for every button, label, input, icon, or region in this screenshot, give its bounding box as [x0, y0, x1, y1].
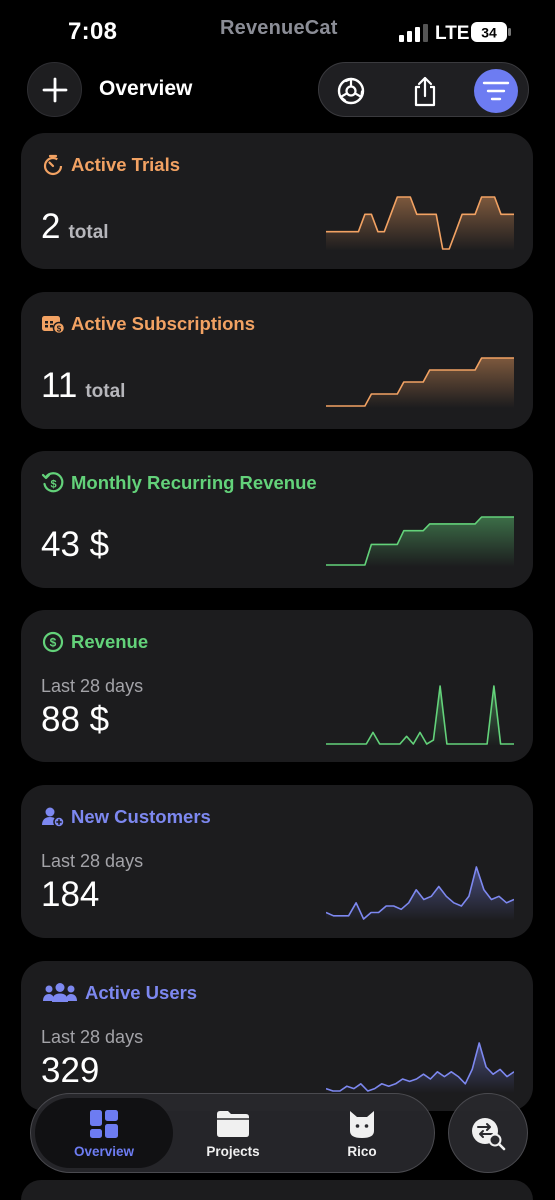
people-icon	[41, 981, 79, 1005]
card-title-label: Active Users	[85, 982, 198, 1003]
person-add-icon	[41, 805, 65, 829]
value-number: 88 $	[41, 700, 110, 739]
period-label: Last 28 days	[41, 676, 144, 696]
toolbar	[318, 62, 529, 117]
share-button[interactable]	[403, 69, 447, 113]
card-active-trials[interactable]: Active Trials 2 total	[21, 133, 533, 269]
battery-level: 34	[481, 25, 497, 41]
period-label: Last 28 days	[41, 851, 144, 871]
sparkline-area	[326, 197, 514, 251]
sparkline	[326, 680, 514, 746]
card-mrr[interactable]: $ Monthly Recurring Revenue 43 $	[21, 451, 533, 588]
tab-projects[interactable]: Projects	[181, 1094, 285, 1172]
page-title: Overview	[99, 77, 193, 100]
svg-text:$: $	[50, 479, 56, 491]
cat-icon	[348, 1108, 376, 1140]
dashboard-icon	[89, 1108, 119, 1140]
card-title: $ Active Subscriptions	[41, 312, 255, 336]
tab-rico[interactable]: Rico	[307, 1094, 417, 1172]
card-title: $ Revenue	[41, 630, 148, 654]
settings-icon	[337, 77, 365, 105]
card-title-label: Active Trials	[71, 154, 181, 175]
settings-button[interactable]	[329, 69, 373, 113]
card-new-customers[interactable]: New Customers Last 28 days 184	[21, 785, 533, 938]
tab-bar: Overview Projects Rico	[30, 1093, 435, 1173]
card-active-users[interactable]: Active Users Last 28 days 329	[21, 961, 533, 1111]
sparkline	[326, 1037, 514, 1093]
value-number: 2	[41, 207, 61, 246]
card-title-label: Monthly Recurring Revenue	[71, 472, 317, 493]
recurring-dollar-icon: $	[41, 471, 65, 495]
sparkline-area	[326, 1043, 514, 1093]
value-unit: total	[68, 222, 109, 243]
card-value: 88 $	[41, 700, 109, 740]
network-label: LTE	[435, 23, 470, 44]
value-number: 184	[41, 875, 100, 914]
tab-overview[interactable]: Overview	[35, 1098, 173, 1168]
folder-icon	[216, 1108, 250, 1140]
card-value: 11 total	[41, 366, 125, 406]
sparkline	[326, 191, 514, 251]
card-title-label: New Customers	[71, 806, 211, 827]
value-unit: total	[85, 381, 126, 402]
value-number: 329	[41, 1051, 100, 1090]
battery-icon: 34	[471, 22, 511, 42]
card-value: 329	[41, 1051, 99, 1091]
switch-search-icon	[472, 1118, 506, 1151]
card-title-label: Revenue	[71, 631, 149, 652]
switch-search-button[interactable]	[448, 1093, 528, 1173]
signal-icon	[399, 24, 428, 42]
brand-logo: RevenueCat	[220, 17, 338, 39]
sparkline	[326, 511, 514, 567]
header: Overview	[0, 62, 555, 120]
period-label: Last 28 days	[41, 1027, 144, 1047]
sparkline-area	[326, 686, 514, 746]
sparkline	[326, 861, 514, 921]
tab-label: Overview	[73, 1143, 135, 1159]
sparkline-area	[326, 517, 514, 567]
value-number: 11	[41, 366, 78, 405]
svg-text:$: $	[57, 324, 62, 333]
value-number: 43 $	[41, 525, 110, 564]
share-icon	[414, 76, 436, 107]
card-title: $ Monthly Recurring Revenue	[41, 471, 317, 495]
card-value: 2 total	[41, 207, 109, 247]
status-time: 7:08	[68, 18, 118, 45]
card-peek	[21, 1180, 533, 1200]
filter-icon	[482, 81, 510, 101]
tab-label: Rico	[347, 1143, 377, 1159]
card-revenue[interactable]: $ Revenue Last 28 days 88 $	[21, 610, 533, 762]
card-title-label: Active Subscriptions	[71, 313, 256, 334]
timer-icon	[41, 153, 65, 177]
card-value: 43 $	[41, 525, 109, 565]
sparkline-area	[326, 358, 514, 408]
add-button[interactable]	[27, 62, 82, 117]
plus-icon	[42, 77, 67, 102]
card-title: New Customers	[41, 805, 211, 829]
card-value: 184	[41, 875, 99, 915]
sparkline	[326, 352, 514, 408]
tab-label: Projects	[206, 1143, 260, 1159]
status-bar: 7:08 RevenueCat LTE 34	[0, 0, 555, 62]
filter-button[interactable]	[474, 69, 518, 113]
dollar-circle-icon: $	[41, 630, 65, 654]
calendar-dollar-icon: $	[41, 312, 65, 336]
card-title: Active Trials	[41, 153, 180, 177]
card-active-subscriptions[interactable]: $ Active Subscriptions 11 total	[21, 292, 533, 429]
svg-text:$: $	[50, 636, 57, 650]
card-title: Active Users	[41, 981, 197, 1005]
